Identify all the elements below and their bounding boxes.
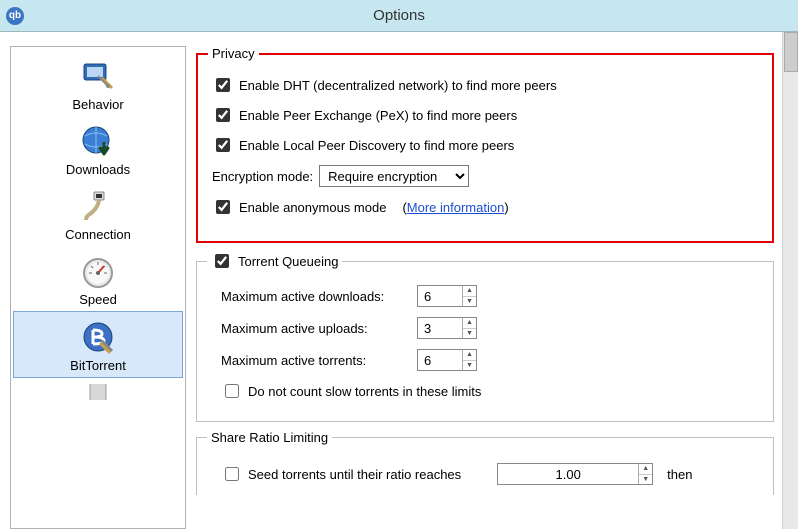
spin-down-icon[interactable]: ▼: [463, 361, 476, 371]
options-content: Privacy Enable DHT (decentralized networ…: [196, 46, 782, 529]
spin-up-icon[interactable]: ▲: [463, 350, 476, 361]
enable-pex-label[interactable]: Enable Peer Exchange (PeX) to find more …: [239, 108, 517, 123]
privacy-legend: Privacy: [208, 46, 259, 61]
enable-dht-label[interactable]: Enable DHT (decentralized network) to fi…: [239, 78, 557, 93]
spin-up-icon[interactable]: ▲: [463, 318, 476, 329]
connection-icon: [78, 187, 118, 225]
sidebar-item-bittorrent[interactable]: BitTorrent: [13, 311, 183, 378]
seed-ratio-spinner[interactable]: ▲▼: [497, 463, 653, 485]
enable-lpd-checkbox[interactable]: [216, 138, 230, 152]
encryption-mode-label: Encryption mode:: [212, 169, 313, 184]
torrent-queueing-legend[interactable]: Torrent Queueing: [238, 254, 338, 269]
max-active-torrents-label: Maximum active torrents:: [221, 353, 411, 368]
max-active-torrents-spinner[interactable]: ▲▼: [417, 349, 477, 371]
torrent-queueing-group: Torrent Queueing Maximum active download…: [196, 251, 774, 422]
sidebar-item-downloads[interactable]: Downloads: [13, 116, 183, 181]
seed-ratio-label[interactable]: Seed torrents until their ratio reaches: [248, 467, 461, 482]
sidebar-item-connection[interactable]: Connection: [13, 181, 183, 246]
then-label: then: [667, 467, 692, 482]
sidebar-item-behavior[interactable]: Behavior: [13, 51, 183, 116]
privacy-group: Privacy Enable DHT (decentralized networ…: [196, 46, 774, 243]
enable-dht-checkbox[interactable]: [216, 78, 230, 92]
vertical-scrollbar[interactable]: [782, 32, 798, 529]
enable-anon-label[interactable]: Enable anonymous mode: [239, 200, 386, 215]
bittorrent-icon: [78, 318, 118, 356]
dont-count-slow-label[interactable]: Do not count slow torrents in these limi…: [248, 384, 481, 399]
share-ratio-legend: Share Ratio Limiting: [207, 430, 332, 445]
more-information-link[interactable]: More information: [407, 200, 505, 215]
max-active-uploads-spinner[interactable]: ▲▼: [417, 317, 477, 339]
encryption-mode-select[interactable]: Require encryption: [319, 165, 469, 187]
spin-up-icon[interactable]: ▲: [639, 464, 652, 475]
sidebar-item-label: Speed: [79, 292, 117, 307]
spin-up-icon[interactable]: ▲: [463, 286, 476, 297]
dont-count-slow-checkbox[interactable]: [225, 384, 239, 398]
sidebar-item-speed[interactable]: Speed: [13, 246, 183, 311]
app-icon: qb: [6, 7, 24, 25]
spin-down-icon[interactable]: ▼: [639, 475, 652, 485]
globe-download-icon: [78, 122, 118, 160]
seed-ratio-input[interactable]: [498, 464, 638, 484]
sidebar-item-label: Behavior: [72, 97, 123, 112]
torrent-queueing-checkbox[interactable]: [215, 254, 229, 268]
spin-down-icon[interactable]: ▼: [463, 329, 476, 339]
seed-ratio-checkbox[interactable]: [225, 467, 239, 481]
sidebar-item-next-partial[interactable]: [13, 378, 183, 400]
enable-pex-checkbox[interactable]: [216, 108, 230, 122]
spin-down-icon[interactable]: ▼: [463, 297, 476, 307]
behavior-icon: [78, 57, 118, 95]
partial-icon: [78, 384, 118, 400]
window-title: Options: [373, 7, 425, 24]
max-active-downloads-spinner[interactable]: ▲▼: [417, 285, 477, 307]
titlebar: qb Options: [0, 0, 798, 32]
max-active-torrents-input[interactable]: [418, 350, 462, 370]
more-info-wrap: (More information): [402, 200, 508, 215]
share-ratio-group: Share Ratio Limiting Seed torrents until…: [196, 430, 774, 495]
sidebar-item-label: Connection: [65, 227, 131, 242]
enable-lpd-label[interactable]: Enable Local Peer Discovery to find more…: [239, 138, 514, 153]
sidebar-item-label: Downloads: [66, 162, 130, 177]
enable-anon-checkbox[interactable]: [216, 200, 230, 214]
max-active-uploads-label: Maximum active uploads:: [221, 321, 411, 336]
scroll-thumb[interactable]: [784, 32, 798, 72]
options-sidebar: Behavior Downloads Connection: [10, 46, 186, 529]
max-active-downloads-label: Maximum active downloads:: [221, 289, 411, 304]
speedometer-icon: [78, 252, 118, 290]
sidebar-item-label: BitTorrent: [70, 358, 126, 373]
max-active-downloads-input[interactable]: [418, 286, 462, 306]
max-active-uploads-input[interactable]: [418, 318, 462, 338]
